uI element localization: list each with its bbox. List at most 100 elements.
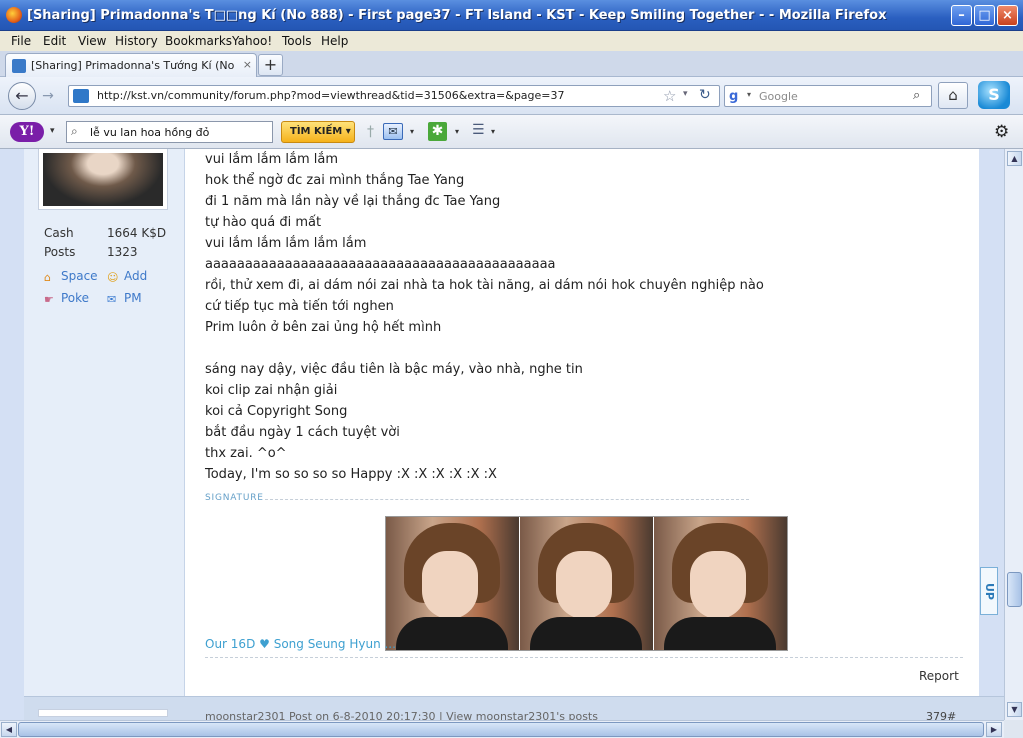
next-post-floor-number[interactable]: 379# bbox=[926, 710, 956, 720]
gear-icon[interactable]: ⚙ bbox=[994, 122, 1009, 142]
scroll-down-arrow-icon[interactable]: ▼ bbox=[1007, 702, 1022, 717]
menu-view[interactable]: View bbox=[78, 34, 106, 48]
close-tab-icon[interactable]: × bbox=[243, 58, 252, 71]
post-line: Prim luôn ở bên zai ủng hộ hết mình bbox=[205, 320, 442, 335]
url-history-dropdown-icon[interactable]: ▾ bbox=[683, 89, 688, 99]
reload-icon[interactable]: ↻ bbox=[699, 87, 711, 103]
stat-value-posts[interactable]: 1323 bbox=[107, 245, 138, 259]
menu-file[interactable]: File bbox=[11, 34, 31, 48]
tab-bar: [Sharing] Primadonna's Tướng Kí (No 888)… bbox=[0, 51, 1023, 77]
space-link[interactable]: ⌂ Space bbox=[44, 269, 114, 284]
signature-photo bbox=[520, 517, 654, 650]
post-line: koi cả Copyright Song bbox=[205, 404, 348, 419]
google-engine-icon[interactable]: g bbox=[729, 89, 745, 104]
post-line: sáng nay dậy, việc đầu tiên là bậc máy, … bbox=[205, 362, 583, 377]
stat-value-cash: 1664 K$D bbox=[107, 226, 167, 240]
author-sidebar: Cash 1664 K$D Posts 1323 ⌂ Space ☺ Add ☛ Po… bbox=[24, 149, 185, 720]
site-identity-icon[interactable] bbox=[73, 89, 89, 103]
pm-link[interactable]: ✉ PM bbox=[107, 291, 177, 306]
page-content: Cash 1664 K$D Posts 1323 ⌂ Space ☺ Add ☛ Po… bbox=[0, 149, 1004, 720]
signature-photo bbox=[654, 517, 787, 650]
search-icon[interactable]: ⌕ bbox=[913, 88, 920, 103]
poke-icon: ☛ bbox=[44, 293, 54, 306]
yahoo-search-input[interactable]: ⌕ lễ vu lan hoa hồng đỏ bbox=[66, 121, 273, 143]
firefox-logo-icon bbox=[6, 7, 22, 23]
add-friend-link-label: Add bbox=[124, 269, 148, 283]
menu-bookmarks[interactable]: Bookmarks bbox=[165, 34, 232, 48]
scroll-to-top-button[interactable]: UP bbox=[980, 567, 998, 615]
signature-image[interactable] bbox=[385, 516, 788, 651]
menu-tools[interactable]: Tools bbox=[282, 34, 312, 48]
window-title-bar: [Sharing] Primadonna's T□□ng Kí (No 888)… bbox=[0, 0, 1023, 31]
new-tab-button[interactable]: + bbox=[258, 54, 283, 76]
navigation-bar: ← → http://kst.vn/community/forum.php?mo… bbox=[0, 77, 1023, 115]
vertical-scroll-thumb[interactable] bbox=[1007, 572, 1022, 607]
stat-row: Posts 1323 bbox=[44, 245, 184, 264]
report-link[interactable]: Report bbox=[919, 669, 959, 683]
poke-link[interactable]: ☛ Poke bbox=[44, 291, 114, 306]
menu-yahoo[interactable]: Yahoo! bbox=[232, 34, 272, 48]
yahoo-logo-icon[interactable]: Y! bbox=[10, 122, 44, 142]
scroll-up-arrow-icon[interactable]: ▲ bbox=[1007, 151, 1022, 166]
next-post-meta[interactable]: moonstar2301 Post on 6-8-2010 20:17:30 |… bbox=[205, 710, 598, 720]
menu-history[interactable]: History bbox=[115, 34, 158, 48]
engine-dropdown-icon[interactable]: ▾ bbox=[747, 90, 751, 99]
close-window-button[interactable]: × bbox=[997, 5, 1018, 26]
tab-title: [Sharing] Primadonna's Tướng Kí (No 888)… bbox=[31, 59, 236, 72]
forward-button[interactable]: → bbox=[37, 87, 59, 107]
skype-icon[interactable]: S bbox=[978, 81, 1010, 109]
add-friend-icon: ☺ bbox=[107, 271, 119, 284]
chevron-down-icon: ▾ bbox=[345, 126, 351, 137]
browser-tab[interactable]: [Sharing] Primadonna's Tướng Kí (No 888)… bbox=[5, 53, 257, 77]
author-stats: Cash 1664 K$D Posts 1323 bbox=[44, 226, 184, 264]
home-button[interactable]: ⌂ bbox=[938, 82, 968, 109]
search-bar[interactable]: g ▾ Google ⌕ bbox=[724, 85, 932, 107]
scroll-left-arrow-icon[interactable]: ◀ bbox=[1, 722, 17, 737]
signature-divider bbox=[265, 499, 749, 500]
avatar[interactable] bbox=[43, 153, 163, 206]
poke-link-label: Poke bbox=[61, 291, 90, 305]
horizontal-scrollbar[interactable]: ◀ ▶ bbox=[0, 720, 1004, 738]
vertical-scrollbar[interactable]: ▲ ▼ bbox=[1004, 149, 1023, 720]
maximize-button[interactable]: □ bbox=[974, 5, 995, 26]
bookmarks-icon[interactable]: ☰ bbox=[472, 122, 488, 141]
post-line: đi 1 năm mà lần này về lại thắng đc Tae … bbox=[205, 194, 501, 209]
window-title: [Sharing] Primadonna's T□□ng Kí (No 888)… bbox=[27, 8, 887, 23]
post-line: thx zai. ^o^ bbox=[205, 446, 287, 461]
scroll-right-arrow-icon[interactable]: ▶ bbox=[986, 722, 1002, 737]
space-link-label: Space bbox=[61, 269, 98, 283]
stat-row: Cash 1664 K$D bbox=[44, 226, 184, 245]
bookmark-star-icon[interactable]: ☆ bbox=[663, 87, 676, 105]
search-icon: ⌕ bbox=[71, 124, 78, 138]
post-body: vui lắm lắm lắm lắm hok thể ngờ đc zai m… bbox=[185, 149, 979, 696]
menu-bar: File Edit View History Bookmarks Yahoo! … bbox=[0, 31, 1023, 51]
mail-icon[interactable]: ✉ bbox=[383, 123, 403, 140]
search-input[interactable]: Google bbox=[759, 90, 798, 103]
post-line: koi clip zai nhận giải bbox=[205, 383, 338, 398]
next-post-avatar[interactable] bbox=[38, 709, 168, 717]
menu-edit[interactable]: Edit bbox=[43, 34, 66, 48]
scrollbar-corner bbox=[1004, 720, 1023, 738]
site-favicon-icon bbox=[12, 59, 26, 73]
apps-icon[interactable]: ✱ bbox=[428, 122, 447, 141]
url-bar[interactable]: http://kst.vn/community/forum.php?mod=vi… bbox=[68, 85, 720, 107]
add-friend-link[interactable]: ☺ Add bbox=[107, 269, 177, 284]
avatar-frame[interactable] bbox=[38, 149, 168, 210]
yahoo-search-query[interactable]: lễ vu lan hoa hồng đỏ bbox=[90, 126, 209, 139]
horizontal-scroll-thumb[interactable] bbox=[18, 722, 984, 737]
yahoo-menu-dropdown-icon[interactable]: ▾ bbox=[50, 126, 55, 136]
menu-help[interactable]: Help bbox=[321, 34, 348, 48]
yahoo-search-button-label: TÌM KIẾM bbox=[290, 126, 343, 137]
back-button[interactable]: ← bbox=[8, 82, 36, 110]
post-line: tự hào quá đi mất bbox=[205, 215, 322, 230]
apps-dropdown-icon[interactable]: ▾ bbox=[455, 127, 459, 136]
url-text[interactable]: http://kst.vn/community/forum.php?mod=vi… bbox=[97, 89, 565, 102]
bookmarks-dropdown-icon[interactable]: ▾ bbox=[491, 127, 495, 136]
pm-link-label: PM bbox=[124, 291, 142, 305]
signature-caption[interactable]: Our 16D ♥ Song Seung Hyun ... bbox=[205, 637, 396, 651]
yahoo-search-button[interactable]: TÌM KIẾM ▾ bbox=[281, 121, 355, 143]
post-divider bbox=[205, 657, 963, 658]
mail-dropdown-icon[interactable]: ▾ bbox=[410, 127, 414, 136]
signature-photo bbox=[386, 517, 520, 650]
minimize-button[interactable]: – bbox=[951, 5, 972, 26]
